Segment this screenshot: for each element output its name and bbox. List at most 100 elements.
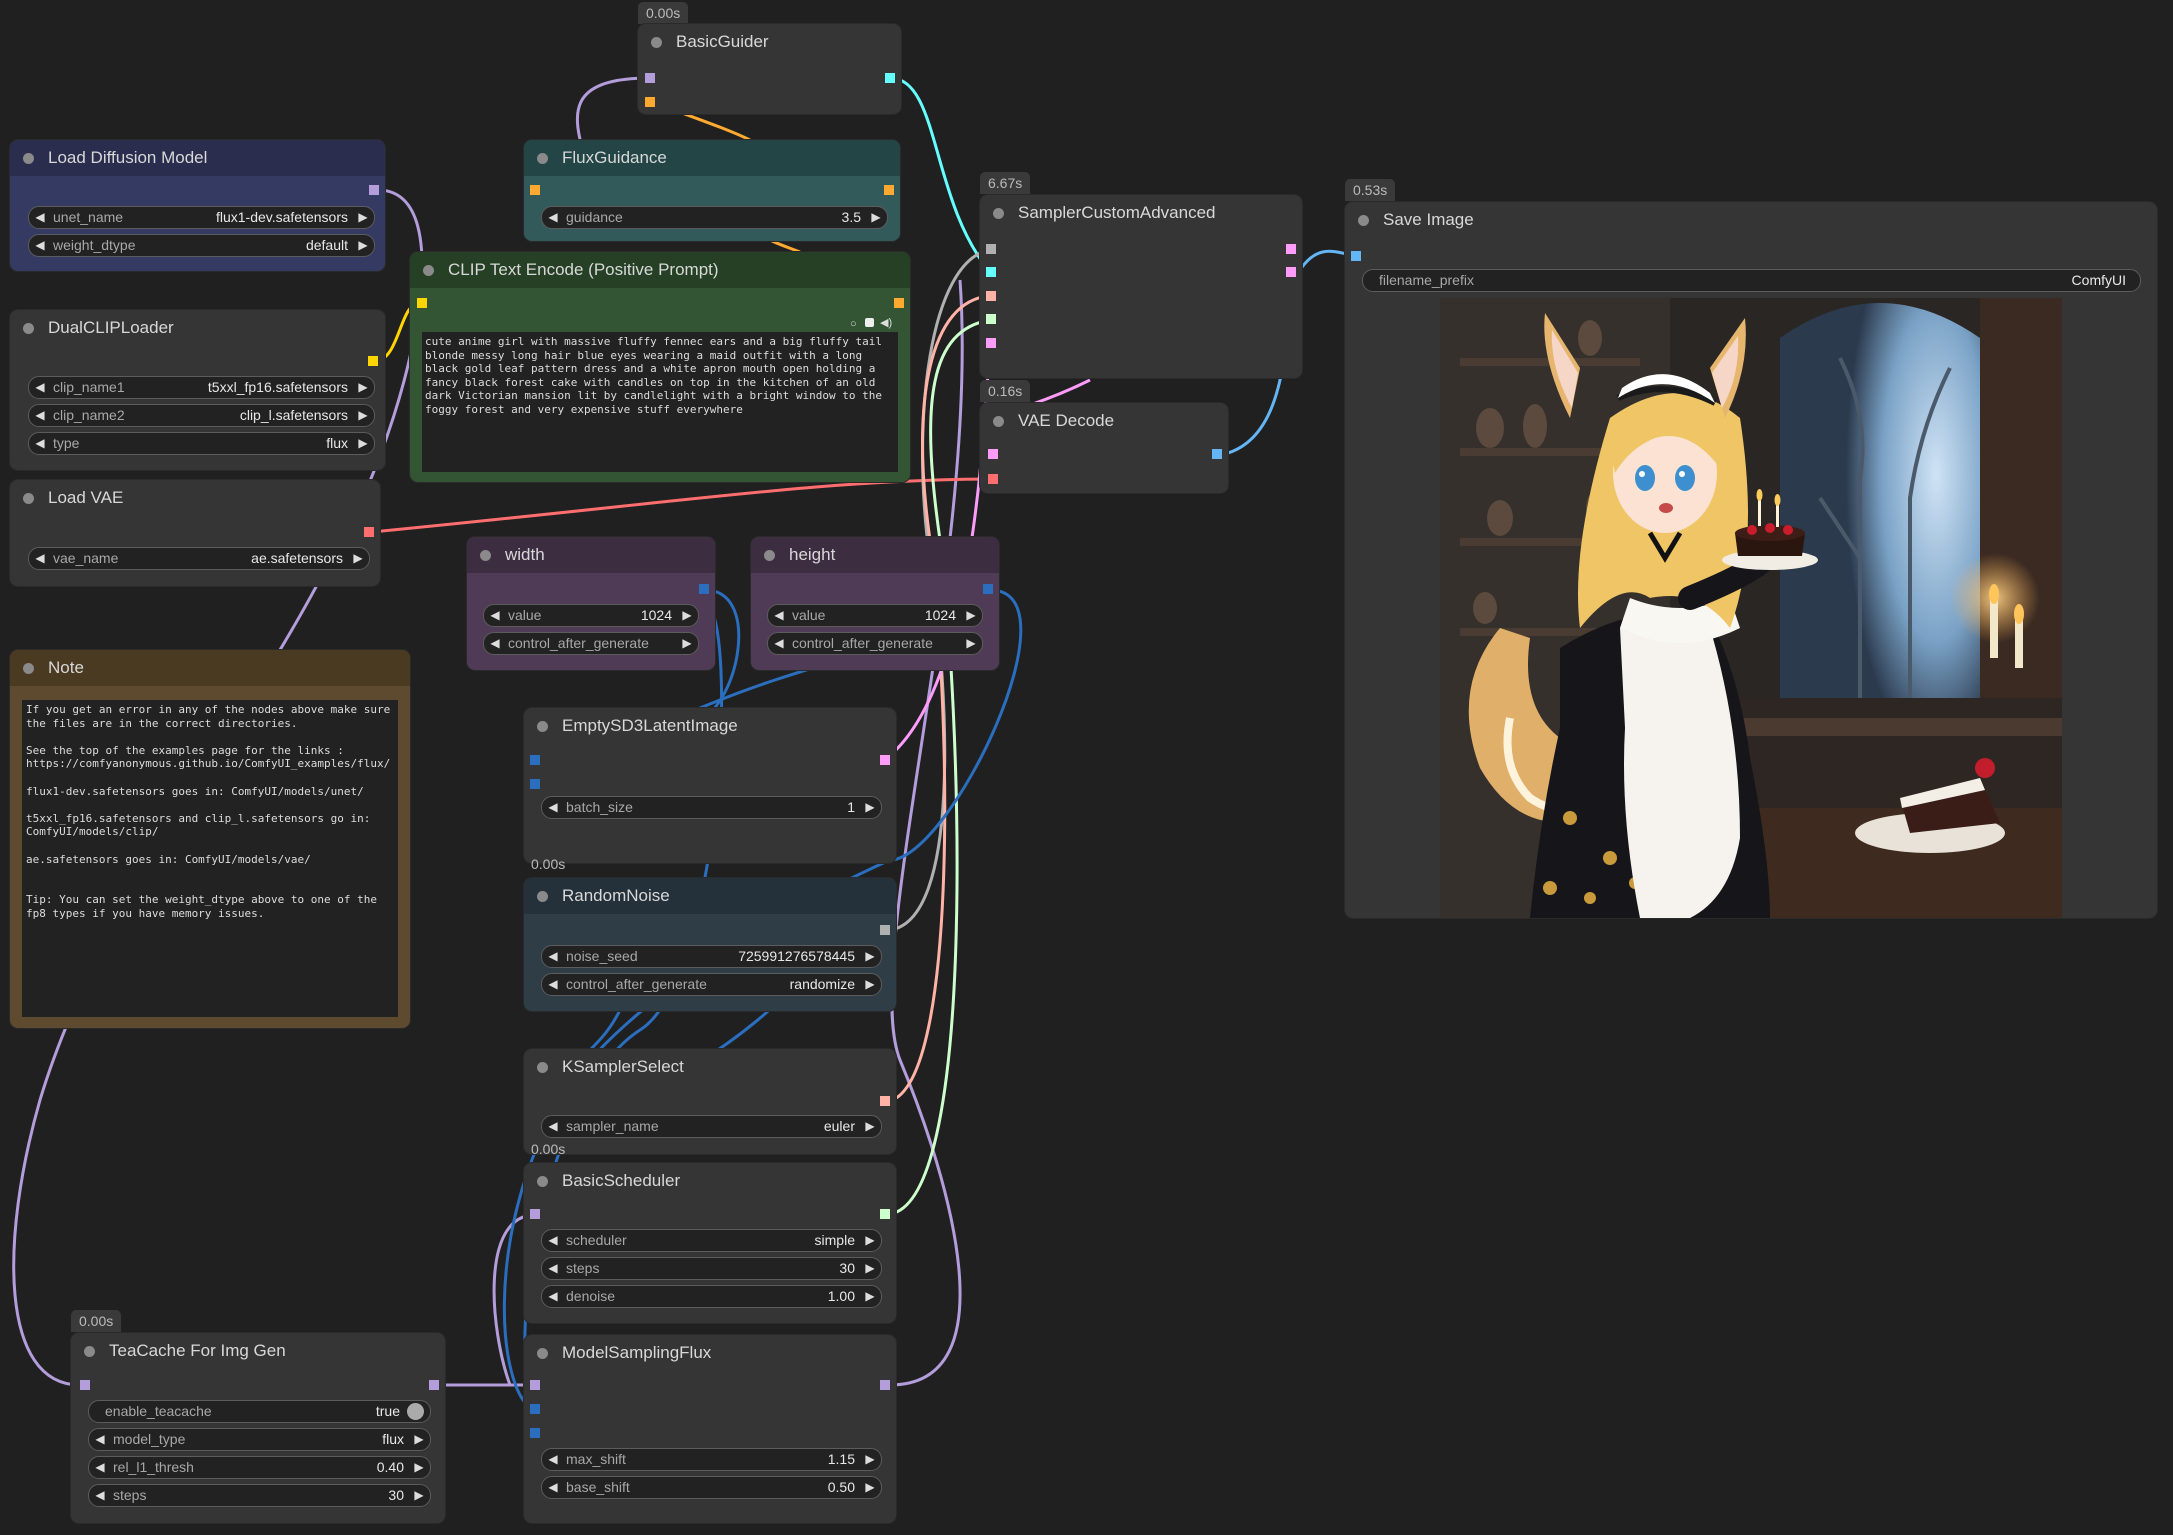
- height-value-input[interactable]: ◀ value 1024 ▶: [767, 604, 983, 627]
- increment-arrow-icon[interactable]: ▶: [861, 1116, 879, 1137]
- collapse-dot-icon[interactable]: [764, 549, 775, 561]
- decrement-arrow-icon[interactable]: ◀: [544, 1449, 562, 1470]
- teacache-steps-input[interactable]: ◀ steps 30 ▶: [88, 1484, 431, 1507]
- latent-output-port[interactable]: [880, 755, 890, 765]
- scheduler-select[interactable]: ◀ scheduler simple ▶: [541, 1229, 882, 1252]
- noise-input-port[interactable]: [986, 244, 996, 254]
- sigmas-output-port[interactable]: [880, 1209, 890, 1219]
- speaker-icon[interactable]: ◀): [880, 316, 892, 329]
- checkbox-icon[interactable]: [865, 318, 874, 327]
- denoised-output-port[interactable]: [1286, 267, 1296, 277]
- node-basic-scheduler[interactable]: BasicScheduler ◀ scheduler simple ▶ ◀ st…: [524, 1163, 896, 1323]
- collapse-dot-icon[interactable]: [993, 415, 1004, 427]
- decrement-arrow-icon[interactable]: ◀: [770, 633, 788, 654]
- steps-input[interactable]: ◀ steps 30 ▶: [541, 1257, 882, 1280]
- node-header[interactable]: ModelSamplingFlux: [524, 1335, 896, 1371]
- images-input-port[interactable]: [1351, 251, 1361, 261]
- rel-l1-thresh-input[interactable]: ◀ rel_l1_thresh 0.40 ▶: [88, 1456, 431, 1479]
- model-input-port[interactable]: [530, 1380, 540, 1390]
- decrement-arrow-icon[interactable]: ◀: [770, 605, 788, 626]
- sampler-input-port[interactable]: [986, 291, 996, 301]
- node-empty-sd3-latent-image[interactable]: EmptySD3LatentImage ◀ batch_size 1 ▶ 0.0…: [524, 708, 896, 872]
- model-input-port[interactable]: [530, 1209, 540, 1219]
- model-output-port[interactable]: [880, 1380, 890, 1390]
- height-control-select[interactable]: ◀ control_after_generate ▶: [767, 632, 983, 655]
- denoise-input[interactable]: ◀ denoise 1.00 ▶: [541, 1285, 882, 1308]
- increment-arrow-icon[interactable]: ▶: [678, 605, 696, 626]
- node-header[interactable]: EmptySD3LatentImage: [524, 708, 896, 744]
- conditioning-output-port[interactable]: [884, 185, 894, 195]
- collapse-dot-icon[interactable]: [23, 662, 34, 674]
- increment-arrow-icon[interactable]: ▶: [867, 207, 885, 228]
- sigmas-input-port[interactable]: [986, 314, 996, 324]
- width-value-input[interactable]: ◀ value 1024 ▶: [483, 604, 699, 627]
- node-note[interactable]: Note If you get an error in any of the n…: [10, 650, 410, 1028]
- model-input-port[interactable]: [645, 73, 655, 83]
- collapse-dot-icon[interactable]: [423, 264, 434, 276]
- increment-arrow-icon[interactable]: ▶: [410, 1485, 428, 1506]
- node-header[interactable]: BasicScheduler: [524, 1163, 896, 1199]
- node-ksampler-select[interactable]: KSamplerSelect ◀ sampler_name euler ▶ 0.…: [524, 1049, 896, 1157]
- guider-input-port[interactable]: [986, 267, 996, 277]
- width-input-port[interactable]: [530, 755, 540, 765]
- collapse-dot-icon[interactable]: [84, 1345, 95, 1357]
- model-output-port[interactable]: [429, 1380, 439, 1390]
- clip-input-port[interactable]: [417, 298, 427, 308]
- output-image-preview[interactable]: [1440, 298, 2062, 918]
- collapse-dot-icon[interactable]: [537, 152, 548, 164]
- decrement-arrow-icon[interactable]: ◀: [544, 946, 562, 967]
- node-header[interactable]: DualCLIPLoader: [10, 310, 385, 346]
- spellcheck-icon[interactable]: ○: [850, 318, 857, 330]
- decrement-arrow-icon[interactable]: ◀: [544, 974, 562, 995]
- node-basic-guider[interactable]: BasicGuider: [638, 24, 901, 114]
- collapse-dot-icon[interactable]: [993, 207, 1004, 219]
- model-type-select[interactable]: ◀ model_type flux ▶: [88, 1428, 431, 1451]
- filename-prefix-input[interactable]: filename_prefix ComfyUI: [1362, 269, 2141, 292]
- image-output-port[interactable]: [1212, 449, 1222, 459]
- node-header[interactable]: Load VAE: [10, 480, 380, 516]
- max-shift-input[interactable]: ◀ max_shift 1.15 ▶: [541, 1448, 882, 1471]
- increment-arrow-icon[interactable]: ▶: [962, 605, 980, 626]
- base-shift-input[interactable]: ◀ base_shift 0.50 ▶: [541, 1476, 882, 1499]
- node-width[interactable]: width ◀ value 1024 ▶ ◀ control_after_gen…: [467, 537, 715, 670]
- decrement-arrow-icon[interactable]: ◀: [486, 605, 504, 626]
- increment-arrow-icon[interactable]: ▶: [354, 235, 372, 256]
- width-input-port[interactable]: [530, 1404, 540, 1414]
- collapse-dot-icon[interactable]: [651, 36, 662, 48]
- decrement-arrow-icon[interactable]: ◀: [544, 1258, 562, 1279]
- node-vae-decode[interactable]: VAE Decode: [980, 403, 1228, 493]
- conditioning-input-port[interactable]: [530, 185, 540, 195]
- guider-output-port[interactable]: [885, 73, 895, 83]
- node-height[interactable]: height ◀ value 1024 ▶ ◀ control_after_ge…: [751, 537, 999, 670]
- height-input-port[interactable]: [530, 1428, 540, 1438]
- increment-arrow-icon[interactable]: ▶: [861, 1258, 879, 1279]
- increment-arrow-icon[interactable]: ▶: [354, 433, 372, 454]
- increment-arrow-icon[interactable]: ▶: [349, 548, 367, 569]
- conditioning-output-port[interactable]: [894, 298, 904, 308]
- collapse-dot-icon[interactable]: [23, 322, 34, 334]
- node-header[interactable]: VAE Decode: [980, 403, 1228, 439]
- vae-output-port[interactable]: [364, 527, 374, 537]
- decrement-arrow-icon[interactable]: ◀: [486, 633, 504, 654]
- height-input-port[interactable]: [530, 779, 540, 789]
- collapse-dot-icon[interactable]: [480, 549, 491, 561]
- note-textarea[interactable]: If you get an error in any of the nodes …: [22, 700, 398, 1017]
- decrement-arrow-icon[interactable]: ◀: [91, 1457, 109, 1478]
- increment-arrow-icon[interactable]: ▶: [410, 1429, 428, 1450]
- unet-name-select[interactable]: ◀ unet_name flux1-dev.safetensors ▶: [28, 206, 375, 229]
- decrement-arrow-icon[interactable]: ◀: [31, 405, 49, 426]
- increment-arrow-icon[interactable]: ▶: [861, 797, 879, 818]
- node-header[interactable]: RandomNoise: [524, 878, 896, 914]
- clip-type-select[interactable]: ◀ type flux ▶: [28, 432, 375, 455]
- clip-name1-select[interactable]: ◀ clip_name1 t5xxl_fp16.safetensors ▶: [28, 376, 375, 399]
- increment-arrow-icon[interactable]: ▶: [410, 1457, 428, 1478]
- increment-arrow-icon[interactable]: ▶: [861, 1286, 879, 1307]
- increment-arrow-icon[interactable]: ▶: [861, 1449, 879, 1470]
- node-load-vae[interactable]: Load VAE ◀ vae_name ae.safetensors ▶: [10, 480, 380, 586]
- sampler-name-select[interactable]: ◀ sampler_name euler ▶: [541, 1115, 882, 1138]
- collapse-dot-icon[interactable]: [1358, 214, 1369, 226]
- node-teacache[interactable]: TeaCache For Img Gen enable_teacache tru…: [71, 1333, 445, 1523]
- node-load-diffusion-model[interactable]: Load Diffusion Model ◀ unet_name flux1-d…: [10, 140, 385, 271]
- collapse-dot-icon[interactable]: [23, 152, 34, 164]
- toggle-knob-icon[interactable]: [407, 1403, 424, 1420]
